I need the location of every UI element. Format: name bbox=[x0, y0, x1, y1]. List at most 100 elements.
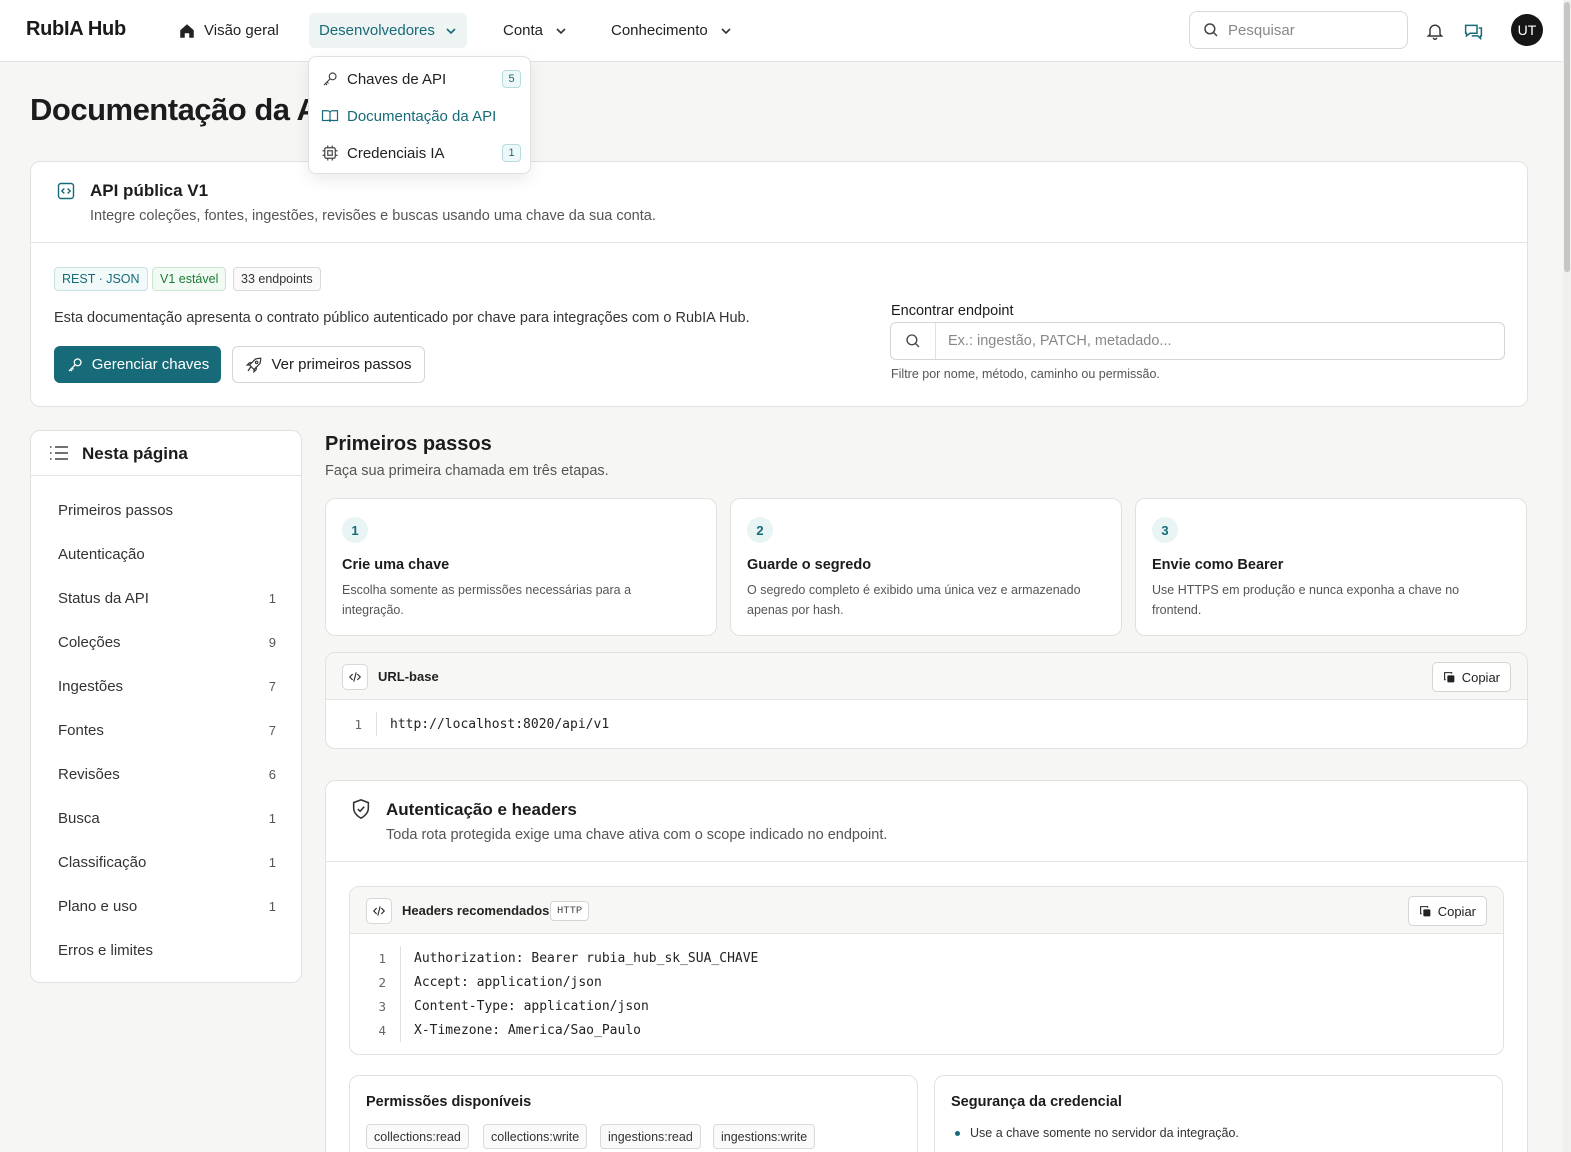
home-icon bbox=[180, 23, 194, 38]
count-badge: 1 bbox=[502, 144, 521, 162]
step-title: Envie como Bearer bbox=[1152, 557, 1284, 573]
find-endpoint-icon-wrap bbox=[891, 323, 936, 359]
menu-item-api-docs[interactable]: Documentação da API bbox=[321, 102, 521, 130]
step-title: Crie uma chave bbox=[342, 557, 450, 573]
api-overview-card: API pública V1 Integre coleções, fontes,… bbox=[30, 161, 1528, 407]
line-number: 1 bbox=[354, 716, 362, 732]
global-search bbox=[1189, 11, 1408, 49]
toc-item-label: Autenticação bbox=[58, 545, 145, 563]
getting-started-button[interactable]: Ver primeiros passos bbox=[232, 346, 425, 383]
language-badge: HTTP bbox=[550, 901, 590, 921]
code-line: 1 Authorization: Bearer rubia_hub_sk_SUA_… bbox=[362, 948, 758, 968]
global-search-input[interactable] bbox=[1228, 21, 1388, 39]
chat-icon bbox=[1464, 24, 1482, 40]
scrollbar-thumb[interactable] bbox=[1564, 2, 1570, 272]
toc-item-count: 1 bbox=[268, 590, 276, 606]
credential-security-card: Segurança da credencial Use a chave some… bbox=[934, 1075, 1503, 1152]
step-card: 2 Guarde o segredo O segredo completo é … bbox=[730, 498, 1122, 636]
tag-version: V1 estável bbox=[152, 267, 227, 291]
toc-item-label: Fontes bbox=[58, 721, 104, 739]
find-endpoint-box bbox=[890, 322, 1505, 360]
menu-item-label: Chaves de API bbox=[347, 70, 447, 88]
find-endpoint-label: Encontrar endpoint bbox=[891, 303, 1014, 319]
find-endpoint-hint: Filtre por nome, método, caminho ou perm… bbox=[891, 367, 1160, 381]
rocket-icon bbox=[246, 357, 262, 373]
brand-logo[interactable]: RubIA Hub bbox=[26, 18, 126, 41]
authentication-subtitle: Toda rota protegida exige uma chave ativ… bbox=[386, 827, 888, 843]
find-endpoint-input[interactable] bbox=[936, 323, 1504, 359]
toc-item-label: Status da API bbox=[58, 589, 149, 607]
chevron-down-icon bbox=[446, 27, 456, 34]
code-icon bbox=[372, 906, 386, 916]
chevron-down-icon bbox=[721, 27, 731, 34]
menu-item-label: Credenciais IA bbox=[347, 144, 445, 162]
toc-item[interactable]: Plano e uso 1 bbox=[58, 893, 276, 919]
page-scrollbar[interactable] bbox=[1563, 0, 1571, 1152]
nav-overview[interactable]: Visão geral bbox=[168, 13, 289, 48]
notifications-button[interactable] bbox=[1422, 18, 1448, 44]
toc-item-count: 1 bbox=[268, 854, 276, 870]
base-url-code-block: URL-base Copiar 1 http://localhost:8020/… bbox=[325, 652, 1528, 749]
line-code: X-Timezone: America/Sao_Paulo bbox=[414, 1022, 641, 1038]
step-title: Guarde o segredo bbox=[747, 557, 872, 573]
chevron-down-icon bbox=[556, 27, 566, 34]
code-line: 3 Content-Type: application/json bbox=[362, 996, 649, 1016]
toc-item[interactable]: Classificação 1 bbox=[58, 849, 276, 875]
toc-item[interactable]: Revisões 6 bbox=[58, 761, 276, 787]
toc-item[interactable]: Erros e limites bbox=[58, 937, 276, 963]
toc-item-label: Coleções bbox=[58, 633, 121, 651]
toc-item-count: 7 bbox=[268, 678, 276, 694]
copy-headers-button[interactable]: Copiar bbox=[1407, 896, 1487, 926]
step-description: Use HTTPS em produção e nunca exponha a … bbox=[1152, 583, 1460, 617]
code-square-icon bbox=[57, 182, 75, 200]
user-avatar[interactable]: UT bbox=[1511, 14, 1543, 46]
toc-item[interactable]: Coleções 9 bbox=[58, 629, 276, 655]
getting-started-label: Ver primeiros passos bbox=[271, 356, 412, 373]
toc-item[interactable]: Ingestões 7 bbox=[58, 673, 276, 699]
headers-code-block: Headers recomendados HTTP Copiar 1 Author… bbox=[349, 886, 1504, 1055]
permission-chip: ingestions:write bbox=[713, 1124, 816, 1149]
api-overview-title: API pública V1 bbox=[90, 181, 209, 200]
security-item-text: Use a chave somente no servidor da integ… bbox=[970, 1126, 1239, 1140]
step-description: Escolha somente as permissões necessária… bbox=[342, 583, 632, 617]
toc-item-label: Revisões bbox=[58, 765, 120, 783]
api-overview-header: API pública V1 Integre coleções, fontes,… bbox=[31, 162, 1527, 243]
toc-item[interactable]: Fontes 7 bbox=[58, 717, 276, 743]
permission-chip: collections:read bbox=[366, 1124, 469, 1149]
code-block-header: Headers recomendados HTTP Copiar bbox=[350, 887, 1503, 934]
step-number: 3 bbox=[1152, 517, 1178, 543]
toc-item-label: Plano e uso bbox=[58, 897, 138, 915]
toc-item-count: 1 bbox=[268, 810, 276, 826]
toc-item-label: Primeiros passos bbox=[58, 501, 174, 519]
nav-overview-label: Visão geral bbox=[204, 22, 279, 39]
toc-item[interactable]: Status da API 1 bbox=[58, 585, 276, 611]
copy-label: Copiar bbox=[1437, 903, 1476, 919]
toc-item[interactable]: Busca 1 bbox=[58, 805, 276, 831]
copy-base-url-button[interactable]: Copiar bbox=[1431, 662, 1511, 692]
nav-knowledge[interactable]: Conhecimento bbox=[601, 13, 742, 48]
tag-endpoint-count: 33 endpoints bbox=[233, 267, 321, 291]
nav-developers[interactable]: Desenvolvedores bbox=[309, 13, 467, 48]
toc-item[interactable]: Primeiros passos bbox=[58, 497, 276, 523]
copy-icon bbox=[1419, 905, 1431, 916]
nav-developers-label: Desenvolvedores bbox=[319, 22, 435, 39]
toc-item-count: 9 bbox=[268, 634, 276, 650]
api-description: Esta documentação apresenta o contrato p… bbox=[54, 310, 750, 326]
code-icon-wrap bbox=[342, 664, 368, 690]
menu-item-ai-credentials[interactable]: Credenciais IA 1 bbox=[321, 139, 521, 167]
toc-item-label: Classificação bbox=[58, 853, 147, 871]
step-number: 2 bbox=[747, 517, 773, 543]
manage-keys-button[interactable]: Gerenciar chaves bbox=[54, 346, 221, 383]
code-icon bbox=[348, 672, 362, 682]
line-code: Content-Type: application/json bbox=[414, 998, 649, 1014]
book-open-icon bbox=[321, 110, 339, 123]
copy-label: Copiar bbox=[1461, 669, 1500, 685]
messages-button[interactable] bbox=[1460, 18, 1486, 44]
toc-item[interactable]: Autenticação bbox=[58, 541, 276, 567]
permissions-card: Permissões disponíveis collections:read … bbox=[349, 1075, 918, 1152]
menu-item-api-keys[interactable]: Chaves de API 5 bbox=[321, 65, 521, 93]
line-number: 1 bbox=[378, 950, 386, 966]
toc-item-label: Erros e limites bbox=[58, 941, 154, 959]
line-code: http://localhost:8020/api/v1 bbox=[390, 716, 610, 732]
nav-account[interactable]: Conta bbox=[493, 13, 577, 48]
